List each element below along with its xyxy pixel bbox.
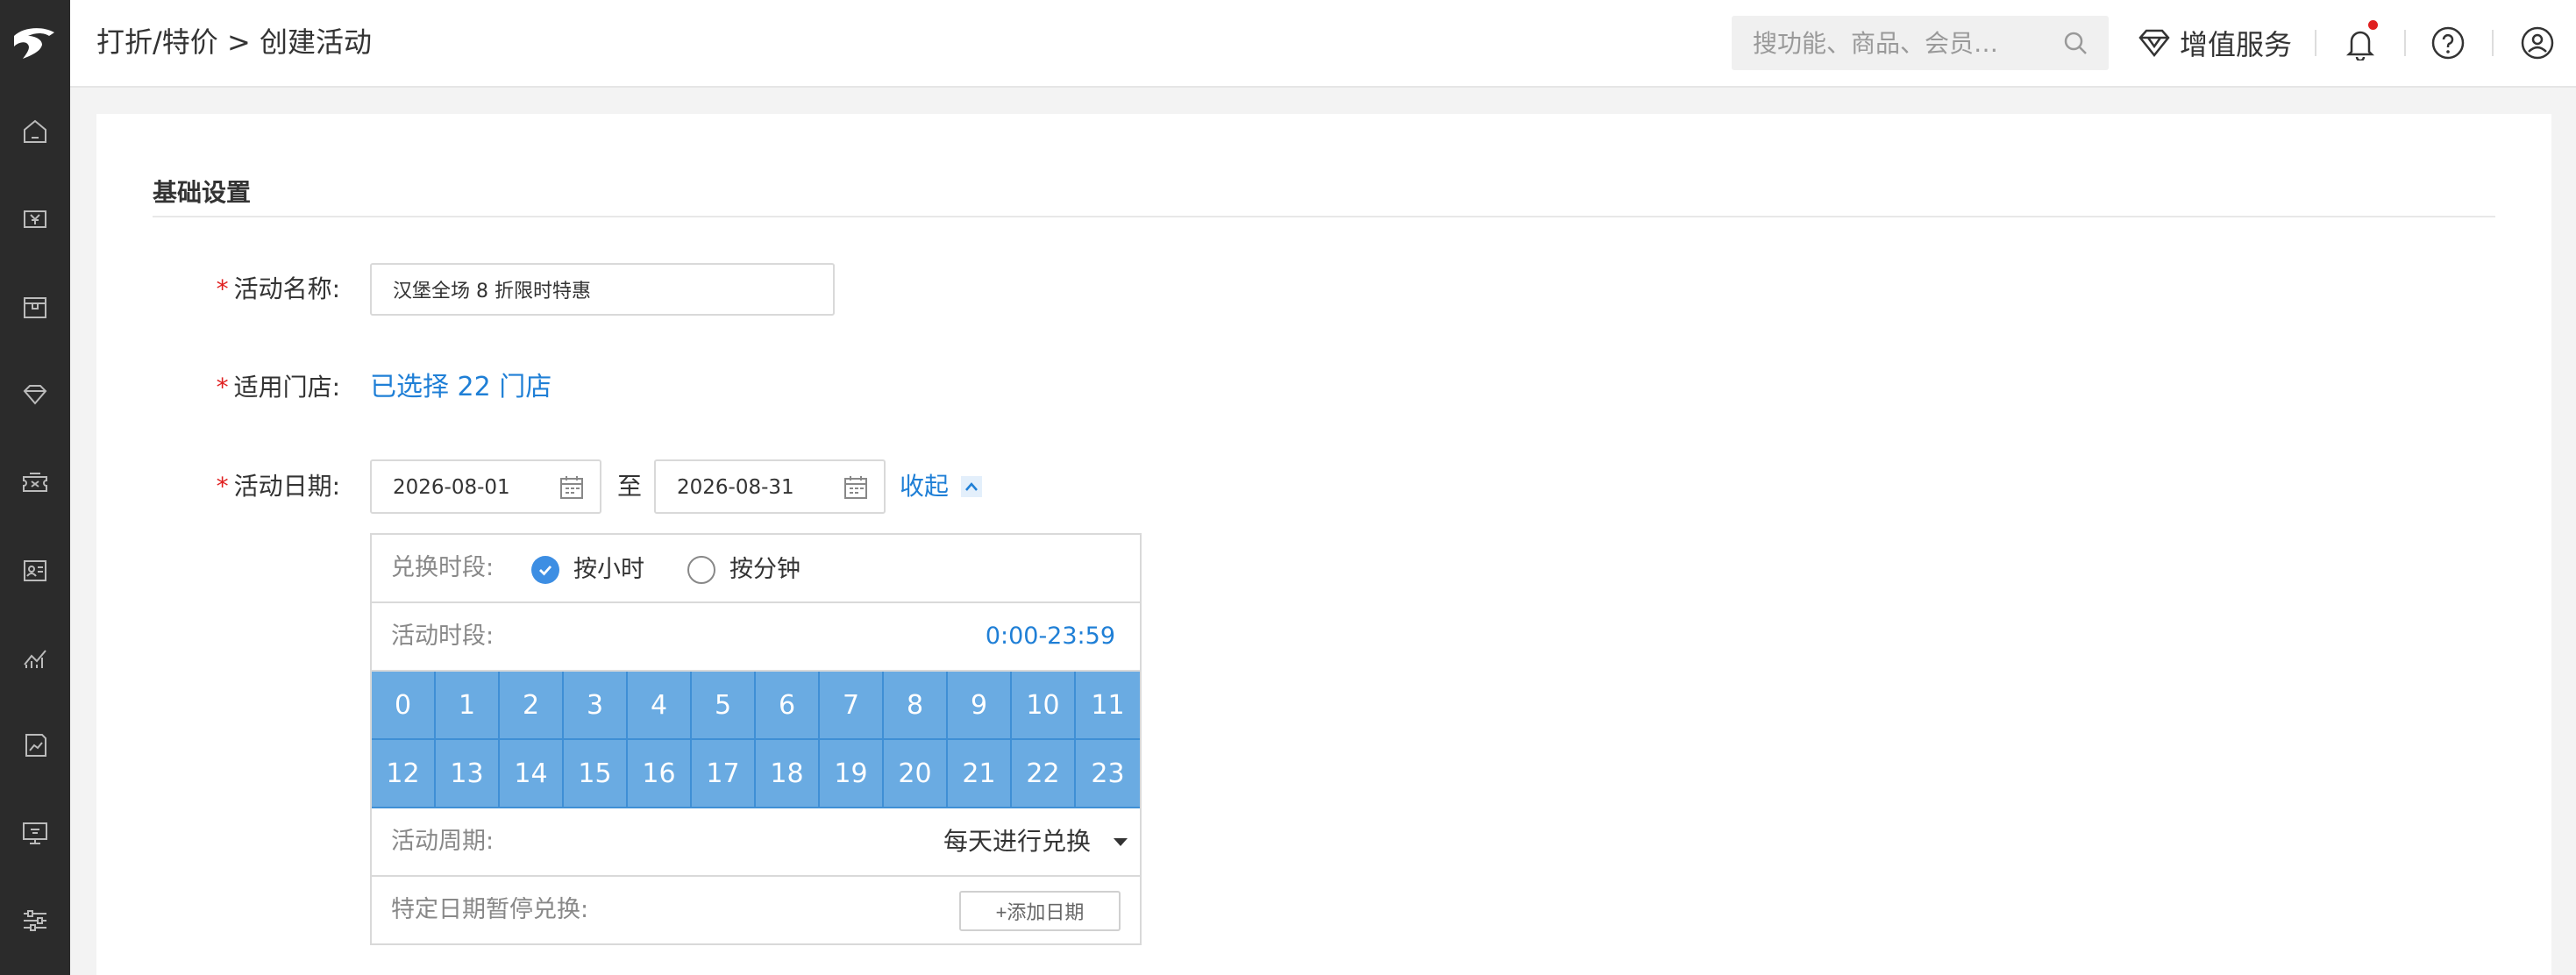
time-settings-panel: 兑换时段: 按小时 按分钟 活动时段: 0:00-23:59 012345678… — [370, 533, 1142, 945]
hour-cell[interactable]: 3 — [564, 672, 628, 740]
hour-cell[interactable]: 13 — [436, 740, 500, 808]
activity-name-label: * 活动名称: — [216, 274, 340, 303]
hour-cell[interactable]: 4 — [628, 672, 692, 740]
date-range-separator: 至 — [617, 472, 643, 501]
caret-down-icon — [1114, 837, 1128, 846]
hour-cell[interactable]: 17 — [692, 740, 756, 808]
chevron-up-icon — [961, 476, 983, 497]
hour-cell[interactable]: 14 — [500, 740, 564, 808]
value-added-services-label: 增值服务 — [2180, 28, 2293, 61]
hour-cell[interactable]: 20 — [884, 740, 948, 808]
header-divider — [2315, 30, 2316, 56]
search-box[interactable] — [1732, 16, 2109, 70]
header-divider — [2404, 30, 2406, 56]
hour-selector-grid: 0 1 2 3 4 5 6 7 8 9 10 11 12 13 14 15 16 17 18 19 20 21 22 23 — [372, 672, 1140, 808]
header-divider — [2492, 30, 2494, 56]
device-screen-icon[interactable] — [18, 815, 53, 850]
hour-cell[interactable]: 10 — [1012, 672, 1076, 740]
activity-cycle-row: 活动周期: 每天进行兑换 — [372, 808, 1140, 877]
brand-logo[interactable] — [0, 0, 70, 86]
activity-cycle-label: 活动周期: — [391, 828, 495, 855]
hour-cell[interactable]: 8 — [884, 672, 948, 740]
hour-cell[interactable]: 16 — [628, 740, 692, 808]
radio-checked-icon — [531, 556, 559, 584]
goods-box-icon[interactable] — [18, 289, 53, 324]
activity-period-row: 活动时段: 0:00-23:59 — [372, 603, 1140, 672]
search-icon[interactable] — [2061, 29, 2089, 57]
calendar-icon — [844, 476, 867, 499]
hour-cell[interactable]: 5 — [692, 672, 756, 740]
hour-cell[interactable]: 23 — [1076, 740, 1140, 808]
value-added-services-button[interactable]: 增值服务 — [2138, 22, 2292, 64]
end-date-value: 2026-08-31 — [677, 476, 794, 499]
logo-icon — [14, 28, 54, 59]
cashier-icon[interactable] — [18, 202, 53, 237]
radio-by-hour[interactable]: 按小时 — [531, 554, 644, 586]
radio-by-minute[interactable]: 按分钟 — [687, 554, 801, 586]
required-mark: * — [216, 472, 229, 501]
radio-by-minute-label: 按分钟 — [729, 556, 801, 583]
activity-cycle-select[interactable]: 每天进行兑换 — [943, 825, 1128, 858]
end-date-picker[interactable]: 2026-08-31 — [654, 459, 886, 514]
collapse-toggle[interactable]: 收起 — [900, 469, 983, 504]
start-date-value: 2026-08-01 — [393, 476, 510, 499]
activity-period-label: 活动时段: — [391, 623, 495, 650]
hour-cell[interactable]: 22 — [1012, 740, 1076, 808]
hour-cell[interactable]: 9 — [948, 672, 1012, 740]
hour-cell[interactable]: 12 — [372, 740, 436, 808]
start-date-picker[interactable]: 2026-08-01 — [370, 459, 601, 514]
radio-by-hour-label: 按小时 — [573, 556, 644, 583]
hour-cell[interactable]: 21 — [948, 740, 1012, 808]
exchange-period-label: 兑换时段: — [391, 554, 495, 581]
diamond-icon — [2138, 29, 2170, 58]
hour-cell[interactable]: 18 — [756, 740, 820, 808]
activity-date-label: * 活动日期: — [216, 472, 340, 501]
exchange-period-row: 兑换时段: 按小时 按分钟 — [372, 535, 1140, 603]
hour-cell[interactable]: 15 — [564, 740, 628, 808]
notification-bell-icon[interactable] — [2341, 20, 2380, 62]
hour-cell[interactable]: 2 — [500, 672, 564, 740]
form-card: 基础设置 *活动名称: *适用门店: 已选择 22 门店 *活动日期: 2026… — [96, 114, 2551, 975]
member-card-icon[interactable] — [18, 552, 53, 587]
breadcrumb: 打折/特价 > 创建活动 — [96, 25, 372, 59]
pause-dates-row: 特定日期暂停兑换: +添加日期 — [372, 877, 1140, 945]
pause-dates-label: 特定日期暂停兑换: — [391, 896, 589, 923]
stores-label: * 适用门店: — [216, 373, 340, 402]
member-diamond-icon[interactable] — [18, 377, 53, 412]
calendar-icon — [560, 476, 583, 499]
section-divider — [153, 216, 2495, 217]
sidebar — [0, 0, 70, 975]
hour-cell[interactable]: 1 — [436, 672, 500, 740]
report-icon[interactable] — [18, 728, 53, 763]
home-icon[interactable] — [18, 114, 53, 149]
required-mark: * — [216, 274, 229, 303]
user-account-icon[interactable] — [2518, 24, 2557, 62]
settings-sliders-icon[interactable] — [18, 903, 53, 938]
analytics-chart-icon[interactable] — [18, 640, 53, 675]
notification-dot — [2368, 20, 2378, 30]
collapse-label: 收起 — [900, 472, 950, 501]
activity-period-value: 0:00-23:59 — [985, 623, 1115, 650]
hour-cell[interactable]: 6 — [756, 672, 820, 740]
marketing-coupon-icon[interactable] — [18, 465, 53, 500]
radio-unchecked-icon — [687, 556, 715, 584]
hour-cell[interactable]: 0 — [372, 672, 436, 740]
selected-stores-link[interactable]: 已选择 22 门店 — [370, 370, 551, 405]
required-mark: * — [216, 373, 229, 402]
search-input[interactable] — [1753, 16, 2051, 70]
top-header: 打折/特价 > 创建活动 增值服务 — [70, 0, 2576, 88]
hour-cell[interactable]: 19 — [820, 740, 884, 808]
add-date-button[interactable]: +添加日期 — [959, 891, 1121, 931]
activity-cycle-value: 每天进行兑换 — [943, 827, 1091, 856]
hour-cell[interactable]: 11 — [1076, 672, 1140, 740]
hour-cell[interactable]: 7 — [820, 672, 884, 740]
activity-name-input[interactable] — [370, 263, 835, 316]
section-title: 基础设置 — [153, 178, 252, 207]
help-icon[interactable] — [2429, 24, 2467, 62]
